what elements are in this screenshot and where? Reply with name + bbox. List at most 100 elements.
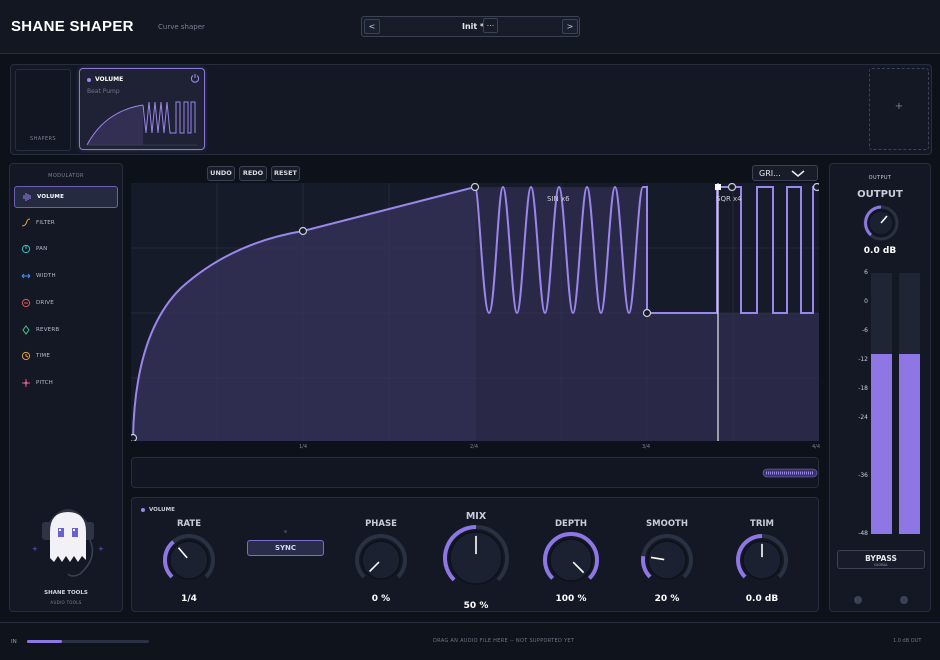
meter-scale-label: -12	[858, 356, 868, 363]
waveform-fill-sin	[475, 187, 647, 441]
shaper-card-preview	[86, 101, 197, 146]
sync-button[interactable]: SYNC	[247, 540, 324, 556]
timeline-scroll-strip[interactable]	[131, 457, 819, 488]
modulator-item-filter[interactable]: FILTER	[14, 213, 118, 235]
modulator-item-pitch[interactable]: PITCH	[14, 373, 118, 395]
footer-output-readout: 1.0 dB OUT	[893, 638, 922, 644]
meter-right-fill	[899, 353, 920, 534]
modulator-item-reverb[interactable]: REVERB	[14, 320, 118, 342]
modulator-item-volume[interactable]: VOLUME	[14, 186, 118, 208]
knob-label-mix: MIX	[465, 511, 487, 522]
x-tick: 4/4	[812, 444, 821, 450]
curve-node[interactable]	[131, 433, 138, 442]
modulator-item-label: VOLUME	[37, 194, 65, 200]
knob-label-rate: RATE	[176, 519, 202, 529]
knob-phase[interactable]	[353, 532, 409, 588]
knob-trim[interactable]	[734, 532, 790, 588]
shaper-card-preset: Beat Pump	[87, 88, 120, 95]
knob-panel: VOLUME SYNC RATE 1/4 PHASE 0 % MIX 50 % DEPTH 1…	[131, 497, 819, 612]
meter-scale-label: -18	[858, 385, 868, 392]
modulator-item-label: WIDTH	[36, 273, 56, 280]
knob-value-smooth: 20 %	[654, 594, 680, 604]
undo-button[interactable]: UNDO	[207, 166, 235, 181]
knob-smooth[interactable]	[639, 532, 695, 588]
plus-icon: +	[894, 101, 904, 112]
modulator-title: MODULATOR	[48, 173, 84, 179]
meter-scale-label: -36	[858, 472, 868, 479]
preset-name[interactable]: Init *	[462, 22, 484, 31]
playhead-handle[interactable]	[715, 184, 721, 190]
svg-text:+: +	[32, 545, 38, 553]
redo-button[interactable]: REDO	[239, 166, 267, 181]
power-icon[interactable]	[190, 73, 200, 83]
meter-left	[871, 273, 892, 534]
time-icon	[21, 352, 31, 361]
brand-name: SHANE TOOLS	[44, 590, 88, 596]
preset-selector[interactable]: < Init * >	[361, 16, 580, 37]
meter-scale-label: -24	[858, 414, 868, 421]
meter-scale-label: -6	[862, 327, 868, 334]
preset-menu-button[interactable]: ...	[483, 18, 498, 33]
curve-handle[interactable]	[727, 183, 737, 192]
input-meter	[27, 640, 149, 643]
pan-icon	[21, 245, 31, 254]
knob-label-depth: DEPTH	[554, 519, 587, 529]
chevron-down-icon	[791, 170, 805, 178]
bypass-button[interactable]: BYPASS GLOBAL	[837, 550, 925, 569]
reset-button[interactable]: RESET	[271, 166, 300, 181]
knob-panel-title: VOLUME	[149, 507, 175, 513]
meter-scale-label: -48	[858, 530, 868, 537]
waveform-editor[interactable]	[131, 183, 819, 441]
knob-value-rate: 1/4	[181, 594, 197, 604]
preset-prev-button[interactable]: <	[364, 19, 380, 34]
knob-value-trim: 0.0 dB	[745, 594, 779, 604]
filter-icon	[21, 218, 31, 227]
knob-label-trim: TRIM	[750, 519, 774, 529]
modulator-item-label: FILTER	[36, 219, 55, 226]
preset-next-button[interactable]: >	[562, 19, 578, 34]
modulator-panel: MODULATOR VOLUME FILTER PAN WIDTH DRIVE REVER…	[9, 163, 123, 612]
ghost-logo: + +	[32, 509, 104, 577]
output-knob[interactable]	[863, 205, 899, 241]
output-led-right	[900, 596, 908, 604]
footer: IN DRAG AN AUDIO FILE HERE -- NOT SUPPOR…	[0, 622, 940, 660]
modulator-item-label: REVERB	[36, 326, 60, 333]
grid-select[interactable]: GRI...	[752, 165, 818, 181]
modulator-item-width[interactable]: WIDTH	[14, 266, 118, 288]
knob-rate[interactable]	[161, 532, 217, 588]
modulator-item-pan[interactable]: PAN	[14, 239, 118, 261]
knob-value-phase: 0 %	[371, 594, 391, 604]
modulator-item-drive[interactable]: DRIVE	[14, 293, 118, 315]
timeline-thumb[interactable]	[762, 468, 818, 478]
modulator-item-time[interactable]: TIME	[14, 346, 118, 368]
shapers-slot[interactable]: SHAPERS	[15, 69, 71, 151]
waveform-fill-sqr	[647, 313, 819, 441]
knob-value-depth: 100 %	[555, 594, 587, 604]
reverb-icon	[22, 324, 30, 335]
curve-node[interactable]	[642, 308, 652, 318]
header: SHANE SHAPER Curve shaper < Init * > ...	[0, 0, 940, 54]
modulator-item-label: TIME	[36, 353, 51, 360]
grid-select-value: GRI...	[759, 169, 781, 178]
meter-scale-label: 0	[864, 298, 868, 305]
shaper-card-volume[interactable]: VOLUME Beat Pump	[79, 68, 205, 150]
app-subtitle: Curve shaper	[158, 23, 205, 31]
x-tick: 2/4	[470, 444, 479, 450]
meter-right	[899, 273, 920, 534]
curve-node[interactable]	[470, 183, 480, 192]
input-meter-fill	[27, 640, 63, 643]
svg-text:+: +	[98, 545, 104, 553]
knob-depth[interactable]	[541, 530, 601, 590]
add-shaper-button[interactable]: +	[869, 68, 929, 150]
knob-panel-dot	[141, 508, 145, 512]
drive-icon	[21, 298, 31, 307]
knob-mix[interactable]	[441, 523, 511, 593]
output-header: OUTPUT	[868, 175, 892, 181]
pitch-icon	[22, 378, 30, 387]
curve-handle[interactable]	[298, 226, 308, 236]
app-title: SHANE SHAPER	[11, 18, 134, 35]
bypass-sub: GLOBAL	[873, 563, 889, 567]
knob-label-phase: PHASE	[365, 519, 397, 529]
curve-node[interactable]	[812, 183, 820, 192]
bypass-label: BYPASS	[865, 554, 897, 563]
